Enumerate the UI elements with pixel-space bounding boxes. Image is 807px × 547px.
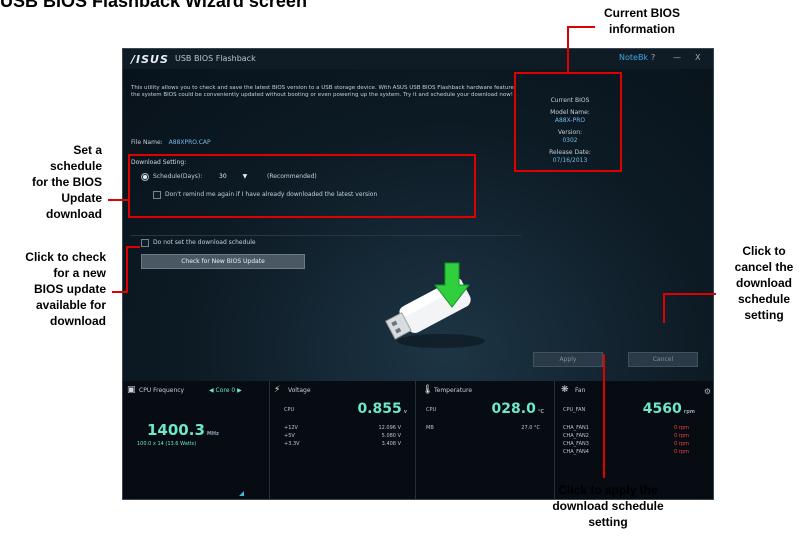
callout-current-bios: Current BIOS information [604,6,681,36]
minimize-button[interactable]: — [673,53,681,62]
connector-line [663,293,716,295]
connector-line [663,293,665,323]
main-area: This utility allows you to check and sav… [123,69,713,381]
notebook-button[interactable]: NoteBk [619,53,648,62]
description-text: This utility allows you to check and sav… [131,85,516,98]
page-heading: USB BIOS Flashback Wizard screen [0,0,307,11]
connector-line [567,26,595,28]
callout-apply: Click to apply the download schedule set… [552,483,664,529]
voltage-title: Voltage [288,387,311,394]
voltage-value: 0.855 v [357,401,407,417]
fan-number: 4560 [642,401,682,417]
usb-drive-icon [385,262,485,348]
fan-title: Fan [575,387,586,394]
window-title: USB BIOS Flashback [175,54,256,63]
cpu-frequency-unit: MHz [206,431,219,437]
cpu-icon: ▣ [127,385,136,395]
callout-set-schedule: Set a schedule for the BIOS Update downl… [31,143,102,221]
temperature-panel: 🌡 Temperature CPU 028.0 °C MB 27.0 °C [416,381,555,499]
chevron-right-icon: ▶ [237,387,242,394]
connector-line [603,354,605,478]
voltage-row-value: 3.408 V [381,441,401,447]
cpu-frequency-number: 1400.3 [147,421,205,439]
chevron-left-icon: ◀ [209,387,214,394]
cpu-frequency-title: CPU Frequency [139,387,185,394]
connector-line [126,246,128,292]
fan-row-label: CHA_FAN4 [563,449,589,455]
temperature-title: Temperature [434,387,473,394]
bios-info-highlight-box [514,72,622,172]
core-select-value: Core 0 [215,387,236,394]
usb-bios-flashback-window: /ISUS USB BIOS Flashback NoteBk ? — X Th… [122,48,714,500]
temperature-row-label: MB [426,425,434,431]
connector-line [126,246,140,248]
file-name: File Name: A88XPRO.CAP [131,139,211,146]
thermometer-icon: 🌡 [422,385,434,395]
voltage-number: 0.855 [357,401,402,417]
voltage-panel: ⚡ Voltage CPU 0.855 v +12V 12.096 V +5V 5… [270,381,416,499]
settings-gear-icon[interactable]: ⚙ [704,387,711,396]
connector-line [108,199,128,201]
title-bar: /ISUS USB BIOS Flashback NoteBk ? — X [123,49,713,69]
fan-cpu-label: CPU_FAN [563,407,586,413]
schedule-highlight-box [128,154,476,218]
do-not-set-label: Do not set the download schedule [153,239,256,246]
cpu-frequency-value: 1400.3 MHz [147,421,219,439]
voltage-row-label: +3.3V [284,441,300,447]
help-button[interactable]: ? [651,53,655,62]
file-name-value: A88XPRO.CAP [168,139,211,146]
divider [131,235,521,236]
temperature-value: 028.0 °C [492,401,544,417]
asus-logo: /ISUS [131,53,169,66]
cpu-frequency-sub: 100.0 x 14 (13.6 Watts) [137,441,197,447]
fan-icon: ❋ [561,385,569,395]
fan-row-value: 0 rpm [674,441,689,447]
fan-row-value: 0 rpm [674,425,689,431]
voltage-row-label: +12V [284,425,298,431]
fan-row-value: 0 rpm [674,433,689,439]
apply-button[interactable]: Apply [533,352,603,367]
check-for-update-button[interactable]: Check for New BIOS Update [141,254,305,269]
file-name-label: File Name: [131,139,163,146]
close-button[interactable]: X [695,53,700,62]
connector-line [567,26,569,72]
fan-row-label: CHA_FAN1 [563,425,589,431]
temperature-row-value: 27.0 °C [521,425,540,431]
fan-row-label: CHA_FAN2 [563,433,589,439]
temperature-number: 028.0 [491,401,536,417]
fan-row-value: 0 rpm [674,449,689,455]
temperature-cpu-label: CPU [426,407,437,413]
temperature-unit: °C [537,409,544,415]
fan-unit: rpm [683,409,695,415]
do-not-set-checkbox[interactable] [141,239,149,247]
voltage-unit: v [403,409,407,415]
fan-value: 4560 rpm [643,401,695,417]
callout-check-update: Click to check for a new BIOS update ava… [25,250,106,328]
voltage-row-value: 5.080 V [381,433,401,439]
fan-row-label: CHA_FAN3 [563,441,589,447]
cancel-button[interactable]: Cancel [628,352,698,367]
core-select[interactable]: ◀ Core 0 ▶ [209,387,242,394]
callout-cancel: Click to cancel the download schedule se… [734,244,794,322]
voltage-row-value: 12.096 V [378,425,401,431]
resize-corner-icon[interactable] [239,491,244,496]
lightning-icon: ⚡ [274,385,281,395]
voltage-row-label: +5V [284,433,295,439]
cpu-frequency-panel: ▣ CPU Frequency ◀ Core 0 ▶ 1400.3 MHz 100… [123,381,270,499]
voltage-cpu-label: CPU [284,407,295,413]
